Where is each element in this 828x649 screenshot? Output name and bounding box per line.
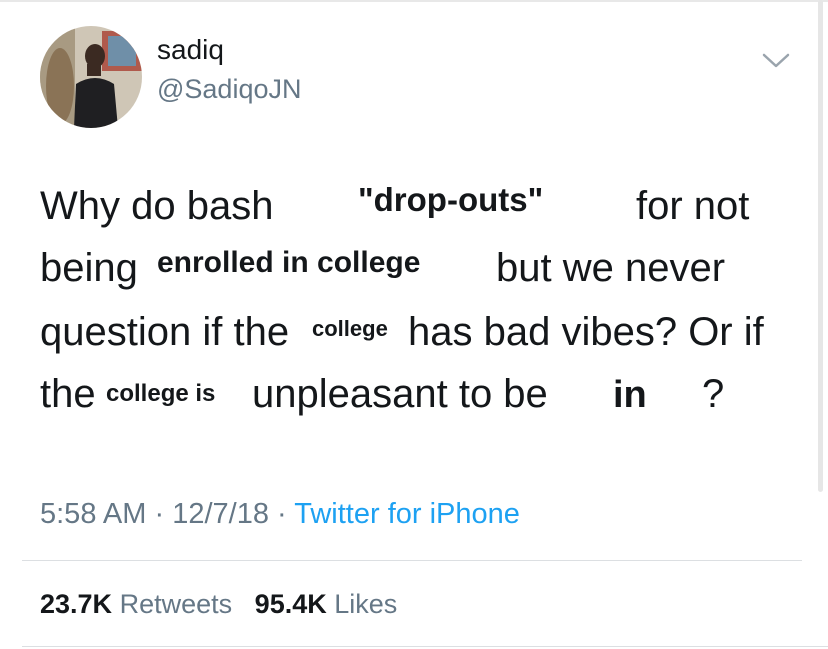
tweet-date[interactable]: 12/7/18 bbox=[172, 498, 269, 530]
display-name[interactable]: sadiq bbox=[157, 34, 224, 66]
tweet-text-segment: for not bbox=[636, 184, 750, 228]
chevron-down-icon[interactable] bbox=[760, 50, 792, 72]
retweets-stat[interactable]: 23.7K Retweets bbox=[40, 589, 240, 619]
avatar[interactable] bbox=[40, 26, 142, 128]
separator-dot: · bbox=[154, 498, 165, 530]
tweet-text-segment: has bad vibes? Or if bbox=[408, 310, 764, 354]
tweet-text-segment: Why do bash bbox=[40, 184, 274, 228]
tweet-timestamp: 5:58 AM · 12/7/18 · Twitter for iPhone bbox=[40, 498, 520, 531]
user-handle[interactable]: @SadiqoJN bbox=[157, 74, 301, 105]
tweet-text-segment: question if the bbox=[40, 310, 290, 354]
tweet-text-inserted: enrolled in college bbox=[157, 246, 421, 279]
retweets-label: Retweets bbox=[119, 589, 233, 619]
tweet-text-segment: ? bbox=[702, 372, 725, 416]
divider bbox=[22, 560, 802, 561]
tweet-source-link[interactable]: Twitter for iPhone bbox=[294, 498, 520, 530]
tweet-time[interactable]: 5:58 AM bbox=[40, 498, 146, 530]
tweet-text-segment: the bbox=[40, 372, 96, 416]
likes-stat[interactable]: 95.4K Likes bbox=[255, 589, 398, 619]
tweet-text-inserted: "drop-outs" bbox=[358, 181, 544, 218]
likes-label: Likes bbox=[334, 589, 398, 619]
tweet-text-segment: being bbox=[40, 246, 138, 290]
tweet-text-inserted: college bbox=[312, 316, 388, 341]
tweet-text-inserted: college is bbox=[106, 380, 216, 407]
separator-dot: · bbox=[277, 498, 287, 530]
likes-count: 95.4K bbox=[254, 589, 327, 619]
tweet-text-segment: unpleasant to be bbox=[252, 372, 548, 416]
top-border bbox=[0, 0, 828, 2]
retweets-count: 23.7K bbox=[40, 589, 113, 619]
tweet-text-segment: but we never bbox=[496, 246, 726, 290]
scrollbar[interactable] bbox=[818, 0, 823, 492]
divider bbox=[22, 646, 828, 647]
avatar-image bbox=[40, 26, 142, 128]
tweet-text-inserted: in bbox=[613, 374, 647, 416]
tweet-stats: 23.7K Retweets 95.4K Likes bbox=[40, 589, 397, 620]
